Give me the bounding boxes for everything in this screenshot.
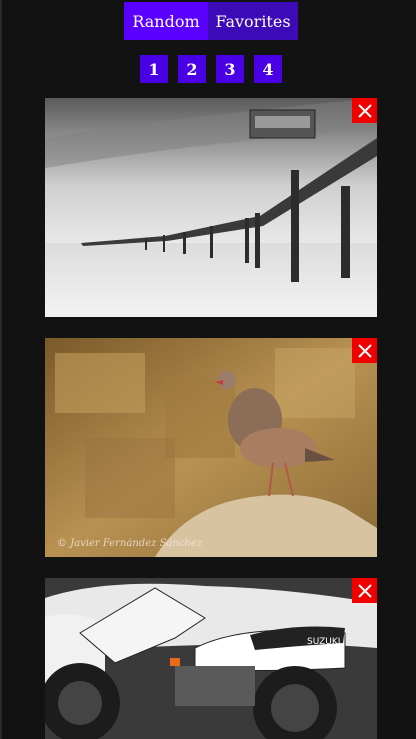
- page-button-2[interactable]: 2: [178, 55, 206, 83]
- tab-random[interactable]: Random: [124, 2, 208, 40]
- pagination: 1 2 3 4: [140, 55, 282, 83]
- gallery-card[interactable]: SUZUKI: [45, 578, 377, 739]
- close-icon: [357, 103, 372, 118]
- gallery-card[interactable]: [45, 98, 377, 317]
- remove-button[interactable]: [352, 338, 377, 363]
- tab-favorites[interactable]: Favorites: [208, 2, 298, 40]
- remove-button[interactable]: [352, 98, 377, 123]
- page-button-3[interactable]: 3: [216, 55, 244, 83]
- pier-photo: [45, 98, 377, 317]
- gallery-card[interactable]: © Javier Fernández Sánchez: [45, 338, 377, 557]
- window-edge: [0, 0, 2, 739]
- page-button-1[interactable]: 1: [140, 55, 168, 83]
- partridge-photo: [45, 338, 377, 557]
- motorcycle-brand: SUZUKI: [307, 637, 340, 647]
- remove-button[interactable]: [352, 578, 377, 603]
- motorcycle-photo: SUZUKI: [45, 578, 377, 739]
- close-icon: [357, 583, 372, 598]
- view-tabs: Random Favorites: [124, 2, 298, 40]
- page-button-4[interactable]: 4: [254, 55, 282, 83]
- close-icon: [357, 343, 372, 358]
- photo-credit: © Javier Fernández Sánchez: [57, 538, 203, 549]
